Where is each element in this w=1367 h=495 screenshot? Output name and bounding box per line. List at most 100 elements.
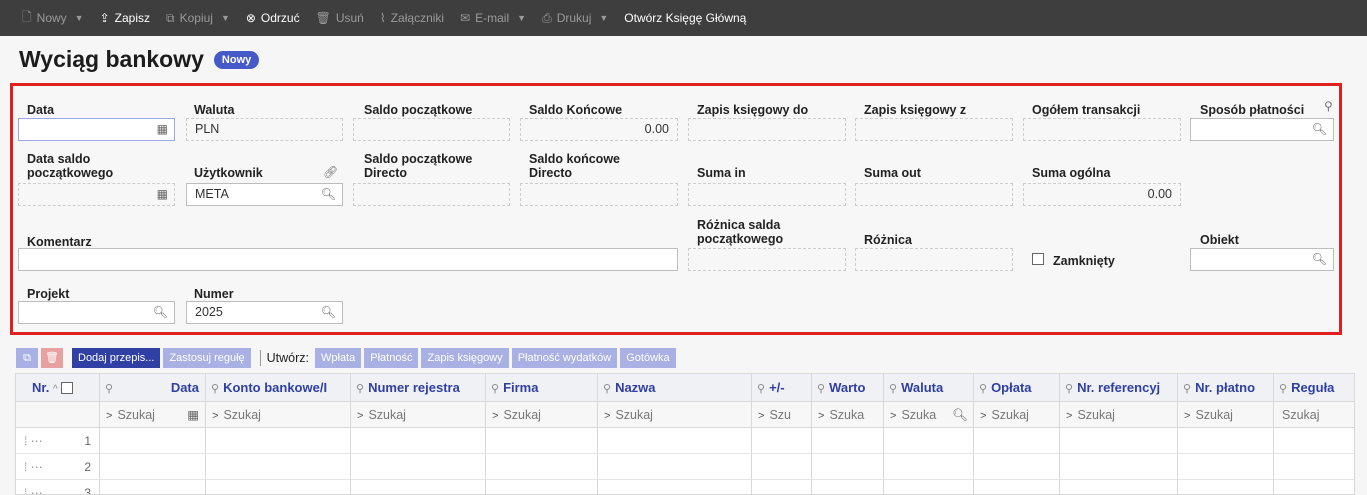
filter-payment-number[interactable]: > Szukaj — [1178, 402, 1274, 427]
copy-rows-button[interactable]: ⧉ — [16, 348, 38, 368]
wrench-icon[interactable]: ⚲ — [356, 383, 364, 395]
create-payment-button[interactable]: Płatność — [364, 348, 419, 368]
cell[interactable] — [752, 454, 812, 479]
user-input[interactable]: META 🔍︎ — [186, 183, 343, 206]
filter-currency[interactable]: > Szuka 🔍︎ — [884, 402, 974, 427]
cell[interactable] — [100, 454, 206, 479]
chevron-down-icon[interactable]: ▼ — [517, 13, 526, 23]
chevron-right-icon[interactable]: > — [604, 410, 610, 422]
cell[interactable] — [1060, 480, 1178, 494]
col-header-register-number[interactable]: ⚲ Numer rejestra — [351, 374, 486, 401]
filter-name[interactable]: > Szukaj — [598, 402, 752, 427]
chevron-right-icon[interactable]: > — [492, 410, 498, 422]
wrench-icon[interactable]: ⚲ — [1279, 383, 1287, 395]
date-field[interactable]: ▦ — [18, 118, 175, 141]
new-button[interactable]: 🗋 Nowy ▼ — [22, 8, 84, 29]
wrench-icon[interactable]: ⚲ — [889, 383, 897, 395]
object-input[interactable]: 🔍︎ — [1190, 248, 1334, 271]
chevron-right-icon[interactable]: > — [758, 410, 764, 422]
number-input[interactable]: 2025 🔍︎ — [186, 301, 343, 324]
cell[interactable] — [486, 428, 598, 453]
search-icon[interactable]: 🔍︎ — [321, 302, 336, 323]
cell[interactable] — [351, 480, 486, 494]
filter-value[interactable]: > Szuka — [812, 402, 884, 427]
col-header-value[interactable]: ⚲ Warto — [812, 374, 884, 401]
wrench-icon[interactable]: ⚲ — [1183, 383, 1191, 395]
create-expense-payment-button[interactable]: Płatność wydatków — [511, 348, 618, 368]
col-header-rule[interactable]: ⚲ Reguła — [1274, 374, 1354, 401]
table-row[interactable]: ⁞ ⋯ 3 — [16, 480, 1354, 494]
col-header-reference[interactable]: ⚲ Nr. referencyj — [1060, 374, 1178, 401]
cell[interactable] — [100, 428, 206, 453]
chevron-right-icon[interactable]: > — [890, 410, 896, 422]
col-header-date[interactable]: ⚲ Data — [100, 374, 206, 401]
col-header-bank-account[interactable]: ⚲ Konto bankowe/I — [206, 374, 351, 401]
calendar-icon[interactable]: ▦ — [157, 119, 168, 140]
cell[interactable] — [351, 428, 486, 453]
wrench-icon[interactable]: ⚲ — [105, 383, 113, 395]
link-icon[interactable]: 🔗︎ — [323, 165, 338, 179]
wrench-icon[interactable]: ⚲ — [1324, 99, 1333, 113]
delete-button[interactable]: 🗑 Usuń — [316, 11, 364, 25]
search-icon[interactable]: 🔍︎ — [952, 402, 968, 427]
wrench-icon[interactable]: ⚲ — [1065, 383, 1073, 395]
cell[interactable] — [486, 454, 598, 479]
drag-handle-icon[interactable]: ⁞ ⋯ — [24, 460, 43, 474]
cell[interactable] — [812, 428, 884, 453]
chevron-right-icon[interactable]: > — [980, 410, 986, 422]
col-header-sign[interactable]: ⚲ +/- — [752, 374, 812, 401]
open-ledger-button[interactable]: Otwórz Księgę Główną — [624, 11, 746, 25]
search-icon[interactable]: 🔍︎ — [321, 184, 336, 205]
wrench-icon[interactable]: ⚲ — [603, 383, 611, 395]
table-row[interactable]: ⁞ ⋯ 2 — [16, 454, 1354, 480]
cell[interactable] — [812, 454, 884, 479]
cell[interactable] — [206, 428, 351, 453]
cell[interactable] — [1178, 454, 1274, 479]
payment-method-input[interactable]: 🔍︎ — [1190, 118, 1334, 141]
filter-reference[interactable]: > Szukaj — [1060, 402, 1178, 427]
chevron-down-icon[interactable]: ▼ — [599, 13, 608, 23]
create-deposit-button[interactable]: Wpłata — [315, 348, 362, 368]
cell[interactable] — [884, 480, 974, 494]
attachments-button[interactable]: ⌇ Załączniki — [380, 11, 444, 25]
cell[interactable] — [206, 454, 351, 479]
filter-rule[interactable]: Szukaj — [1274, 402, 1354, 427]
chevron-right-icon[interactable]: > — [1066, 410, 1072, 422]
filter-bank-account[interactable]: > Szukaj — [206, 402, 351, 427]
filter-date[interactable]: > Szukaj ▦ — [100, 402, 206, 427]
save-button[interactable]: ⇪ Zapisz — [100, 11, 150, 25]
cell[interactable] — [206, 480, 351, 494]
col-header-fee[interactable]: ⚲ Opłata — [974, 374, 1060, 401]
cell[interactable] — [1178, 428, 1274, 453]
chevron-right-icon[interactable]: > — [212, 410, 218, 422]
filter-company[interactable]: > Szukaj — [486, 402, 598, 427]
cell[interactable] — [884, 454, 974, 479]
cell[interactable] — [974, 454, 1060, 479]
col-header-company[interactable]: ⚲ Firma — [486, 374, 598, 401]
apply-rule-button[interactable]: Zastosuj regułę — [163, 348, 251, 368]
wrench-icon[interactable]: ⚲ — [817, 383, 825, 395]
chevron-down-icon[interactable]: ▼ — [221, 13, 230, 23]
drag-handle-icon[interactable]: ⁞ ⋯ — [24, 486, 43, 494]
cell[interactable] — [1178, 480, 1274, 494]
email-button[interactable]: ✉ E-mail ▼ — [460, 11, 526, 25]
cell[interactable] — [598, 454, 752, 479]
chevron-right-icon[interactable]: > — [106, 410, 112, 422]
discard-button[interactable]: ⊗ Odrzuć — [246, 11, 300, 25]
cell[interactable] — [884, 428, 974, 453]
cell[interactable] — [812, 480, 884, 494]
add-rule-button[interactable]: Dodaj przepis... — [72, 348, 161, 368]
chevron-right-icon[interactable]: > — [1184, 410, 1190, 422]
cell[interactable] — [974, 428, 1060, 453]
filter-sign[interactable]: > Szu — [752, 402, 812, 427]
delete-rows-button[interactable]: 🗑 — [41, 348, 63, 368]
cell[interactable] — [1060, 454, 1178, 479]
table-row[interactable]: ⁞ ⋯ 1 — [16, 428, 1354, 454]
search-icon[interactable]: 🔍︎ — [1312, 119, 1327, 140]
create-journal-button[interactable]: Zapis księgowy — [421, 348, 509, 368]
print-button[interactable]: ⎙ Drukuj ▼ — [542, 11, 608, 26]
calendar-icon[interactable]: ▦ — [187, 402, 199, 427]
cell[interactable] — [598, 480, 752, 494]
select-all-checkbox[interactable] — [61, 382, 74, 394]
cell[interactable] — [351, 454, 486, 479]
